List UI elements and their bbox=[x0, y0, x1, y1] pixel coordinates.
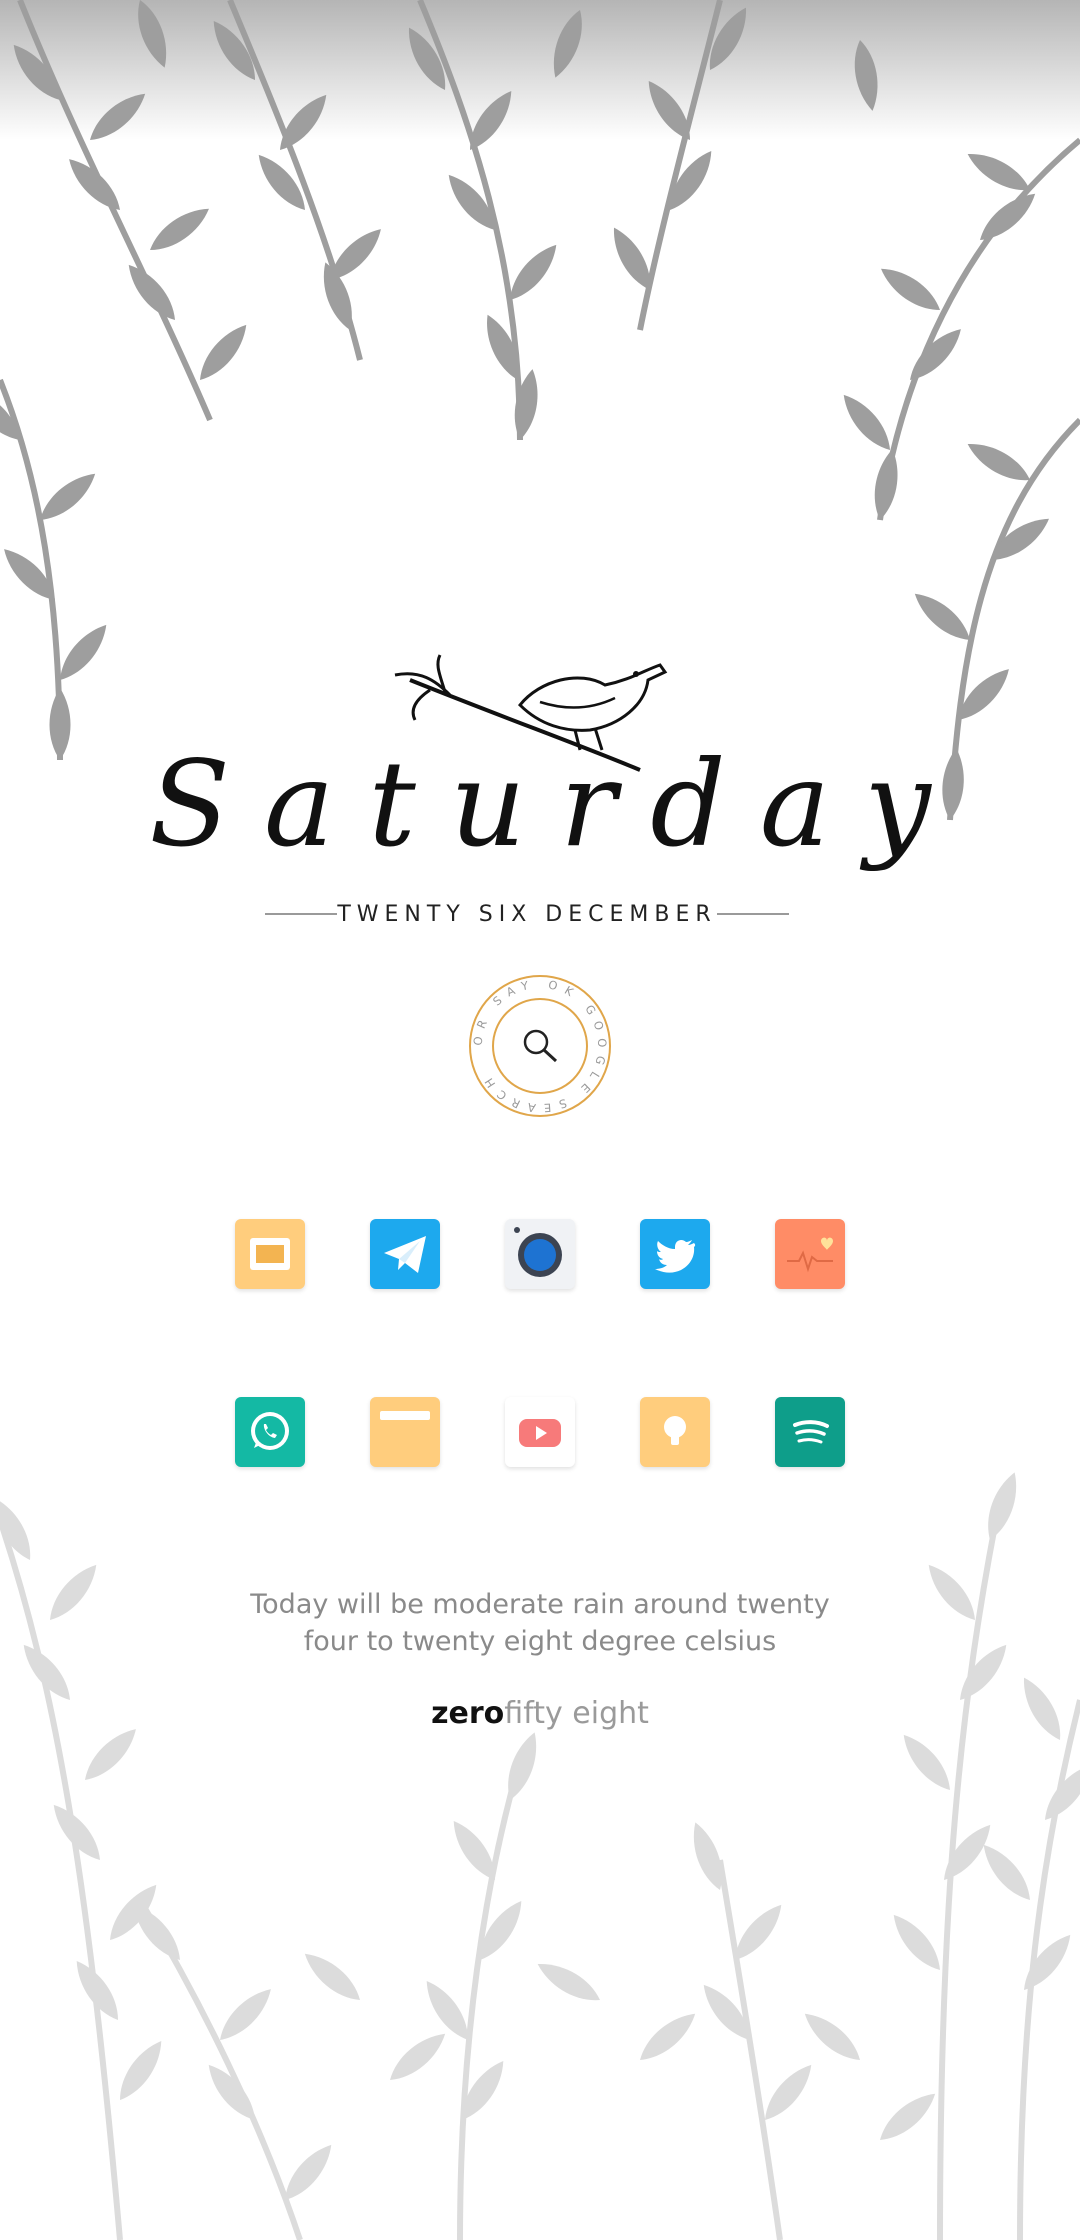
presentation-icon bbox=[250, 1238, 290, 1270]
search-ring-text: OR SAY OK GOOGLE SEARCH bbox=[471, 977, 602, 1115]
weather-line-2: four to twenty eight degree celsius bbox=[303, 1626, 777, 1657]
folder-icon bbox=[380, 1411, 430, 1420]
heart-pulse-icon bbox=[787, 1237, 833, 1273]
svg-text:OR SAY OK GOOGLE SEARCH: OR SAY OK GOOGLE SEARCH bbox=[471, 977, 610, 1115]
camera-app-icon[interactable] bbox=[505, 1219, 575, 1289]
weather-summary: Today will be moderate rain around twent… bbox=[0, 1586, 1080, 1660]
telegram-app-icon[interactable] bbox=[370, 1219, 440, 1289]
tips-app-icon[interactable] bbox=[640, 1397, 710, 1467]
date-text: TWENTY SIX DECEMBER bbox=[337, 901, 717, 927]
spotify-app-icon[interactable] bbox=[775, 1397, 845, 1467]
whatsapp-app-icon[interactable] bbox=[235, 1397, 305, 1467]
word-clock: zerofifty eight bbox=[0, 1696, 1080, 1731]
sound-waves-icon bbox=[793, 1420, 829, 1444]
weather-line-1: Today will be moderate rain around twent… bbox=[250, 1589, 830, 1620]
camera-lens-icon bbox=[514, 1227, 562, 1277]
lightbulb-icon bbox=[664, 1416, 686, 1445]
google-search-widget[interactable]: OR SAY OK GOOGLE SEARCH bbox=[464, 970, 616, 1122]
search-icon bbox=[523, 1029, 558, 1063]
files-app-icon[interactable] bbox=[370, 1397, 440, 1467]
search-ring: OR SAY OK GOOGLE SEARCH bbox=[469, 975, 611, 1117]
phone-bubble-icon bbox=[251, 1412, 289, 1450]
date-row: TWENTY SIX DECEMBER bbox=[265, 898, 789, 930]
play-icon bbox=[519, 1419, 561, 1447]
paper-plane-icon bbox=[384, 1236, 426, 1273]
clock-minute: fifty eight bbox=[504, 1696, 649, 1731]
date-divider-right bbox=[716, 913, 789, 915]
youtube-app-icon[interactable] bbox=[505, 1397, 575, 1467]
day-title: Saturday bbox=[149, 735, 965, 873]
date-divider-left bbox=[265, 913, 338, 915]
twitter-app-icon[interactable] bbox=[640, 1219, 710, 1289]
health-app-icon[interactable] bbox=[775, 1219, 845, 1289]
slides-app-icon[interactable] bbox=[235, 1219, 305, 1289]
bird-icon bbox=[655, 1239, 696, 1273]
clock-hour: zero bbox=[431, 1696, 505, 1731]
